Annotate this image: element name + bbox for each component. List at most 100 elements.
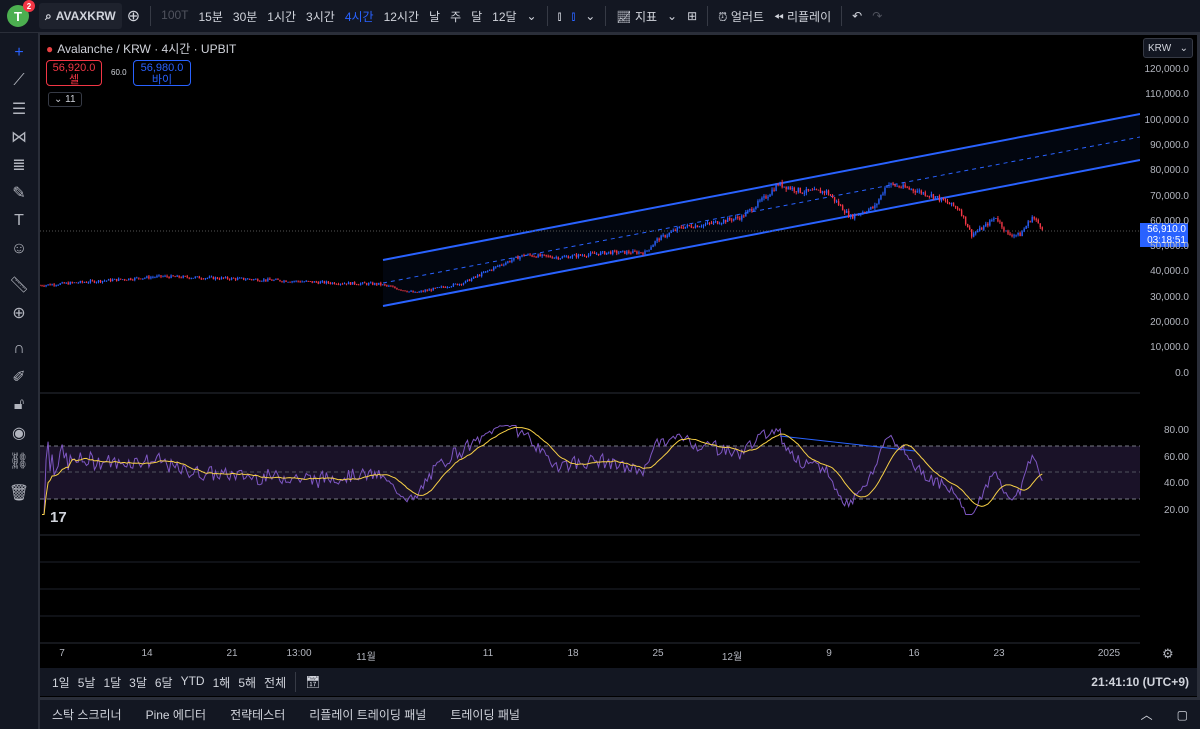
price-axis[interactable]: KRW ⌄ 56,910.0 03:18:51 120,000.0 110,000.0…: [1140, 35, 1197, 645]
candle: [710, 223, 713, 224]
emoji-icon[interactable]: ☺: [5, 235, 33, 263]
candle: [184, 275, 186, 277]
interval-9[interactable]: 달: [466, 8, 487, 25]
interval-2[interactable]: 30분: [228, 8, 262, 25]
candle: [579, 254, 582, 256]
crosshair-icon[interactable]: +: [5, 39, 33, 67]
range-2[interactable]: 1달: [99, 674, 125, 691]
zoom-icon[interactable]: ⊕: [5, 299, 33, 327]
candle: [920, 190, 922, 194]
currency-select[interactable]: KRW ⌄: [1143, 38, 1193, 58]
magnet-icon[interactable]: ∩: [5, 335, 33, 363]
candle: [962, 215, 965, 217]
text-icon[interactable]: T: [5, 207, 33, 235]
candle: [791, 187, 793, 190]
interval-5[interactable]: 4시간: [340, 8, 379, 25]
chevron-down-icon[interactable]: ⌄: [580, 9, 600, 23]
redo-icon[interactable]: ↷: [867, 9, 887, 23]
symbol-search[interactable]: ⌕ AVAXKRW: [39, 3, 122, 29]
bottom-tab-3[interactable]: 리플레이 트레이딩 패널: [297, 706, 438, 723]
horizontal-lines-icon[interactable]: ☰: [5, 95, 33, 123]
replay-button[interactable]: ⏪︎ 리플레이: [769, 8, 836, 25]
candle: [878, 199, 880, 204]
sell-button[interactable]: 56,920.0 셀: [46, 60, 102, 86]
candle: [440, 286, 443, 288]
clock[interactable]: 21:41:10 (UTC+9): [1091, 675, 1189, 689]
interval-0[interactable]: 100T: [156, 8, 193, 25]
range-6[interactable]: 1해: [209, 674, 235, 691]
candle: [876, 203, 878, 206]
lock-icon[interactable]: 🔓︎: [5, 391, 33, 419]
price-label: 110,000.0: [1145, 89, 1189, 101]
candle-style-icon[interactable]: ⫾: [566, 9, 580, 24]
interval-6[interactable]: 12시간: [379, 8, 424, 25]
price-label: 10,000.0: [1150, 342, 1189, 354]
chart-area[interactable]: ● Avalanche / KRW · 4시간 · UPBIT 56,920.0 셀…: [40, 35, 1197, 697]
buy-button[interactable]: 56,980.0 바이: [133, 60, 191, 86]
range-3[interactable]: 3달: [125, 674, 151, 691]
range-4[interactable]: 6달: [151, 674, 177, 691]
interval-8[interactable]: 주: [445, 8, 466, 25]
candle: [634, 250, 636, 252]
candle: [428, 289, 430, 291]
add-symbol-icon[interactable]: ⊕: [122, 6, 145, 26]
interval-4[interactable]: 3시간: [301, 8, 340, 25]
maximize-icon[interactable]: ▢: [1165, 708, 1200, 722]
candle: [886, 186, 888, 188]
candle: [446, 287, 449, 288]
chart-canvas[interactable]: [40, 35, 1140, 645]
time-label: 18: [567, 648, 579, 659]
bottom-tab-2[interactable]: 전략테스터: [218, 706, 297, 723]
range-0[interactable]: 1일: [48, 674, 74, 691]
undo-icon[interactable]: ↶: [847, 9, 867, 23]
candle: [841, 205, 844, 211]
candle: [557, 257, 559, 260]
bottom-tab-1[interactable]: Pine 에디터: [134, 706, 218, 723]
indicators-toggle[interactable]: ⌄ 11: [48, 92, 82, 107]
candle: [739, 217, 741, 220]
candle: [426, 290, 428, 292]
lock-draw-icon[interactable]: ✐: [5, 363, 33, 391]
pattern-icon[interactable]: ⋈: [5, 123, 33, 151]
date-range-icon[interactable]: 📅︎: [305, 675, 320, 689]
brush-icon[interactable]: ✎: [5, 179, 33, 207]
candle: [952, 202, 955, 207]
link-icon[interactable]: ⛓︎: [5, 447, 33, 475]
trend-line-icon[interactable]: ⟋: [5, 67, 33, 95]
range-1[interactable]: 5날: [74, 674, 100, 691]
candle: [827, 190, 830, 195]
candle: [1015, 234, 1017, 236]
interval-3[interactable]: 1시간: [262, 8, 301, 25]
candle: [390, 285, 392, 287]
interval-7[interactable]: 날: [424, 8, 445, 25]
interval-1[interactable]: 15분: [194, 8, 228, 25]
range-5[interactable]: YTD: [177, 674, 209, 691]
candle: [491, 269, 493, 271]
fib-icon[interactable]: ≣: [5, 151, 33, 179]
bar-style-icon[interactable]: ⫾: [553, 9, 567, 24]
range-7[interactable]: 5해: [234, 674, 260, 691]
bottom-tab-4[interactable]: 트레이딩 패널: [438, 706, 532, 723]
candle: [583, 255, 586, 257]
spread: 60.0: [111, 68, 127, 77]
indicators-button[interactable]: 📈︎ 지표: [611, 8, 662, 25]
candle: [422, 290, 424, 292]
eye-icon[interactable]: ◉: [5, 419, 33, 447]
chevron-down-icon[interactable]: ⌄: [662, 9, 682, 23]
trash-icon[interactable]: 🗑︎: [5, 479, 33, 507]
settings-icon[interactable]: ⚙︎: [1162, 646, 1174, 662]
bottom-tab-0[interactable]: 스탁 스크리너: [40, 706, 134, 723]
candle: [480, 272, 483, 277]
candle: [416, 291, 418, 293]
range-8[interactable]: 전체: [260, 674, 290, 691]
candle: [690, 225, 693, 228]
avatar[interactable]: T2: [7, 0, 35, 27]
alert-button[interactable]: ⏰︎ 얼러트: [713, 8, 769, 25]
candle: [741, 215, 743, 220]
interval-10[interactable]: 12달: [487, 8, 521, 25]
candle: [430, 289, 432, 291]
collapse-icon[interactable]: ︿: [1129, 706, 1165, 723]
ruler-icon[interactable]: 📏︎: [5, 271, 33, 299]
chevron-down-icon[interactable]: ⌄: [522, 9, 542, 23]
layouts-icon[interactable]: ⊞: [682, 9, 702, 23]
